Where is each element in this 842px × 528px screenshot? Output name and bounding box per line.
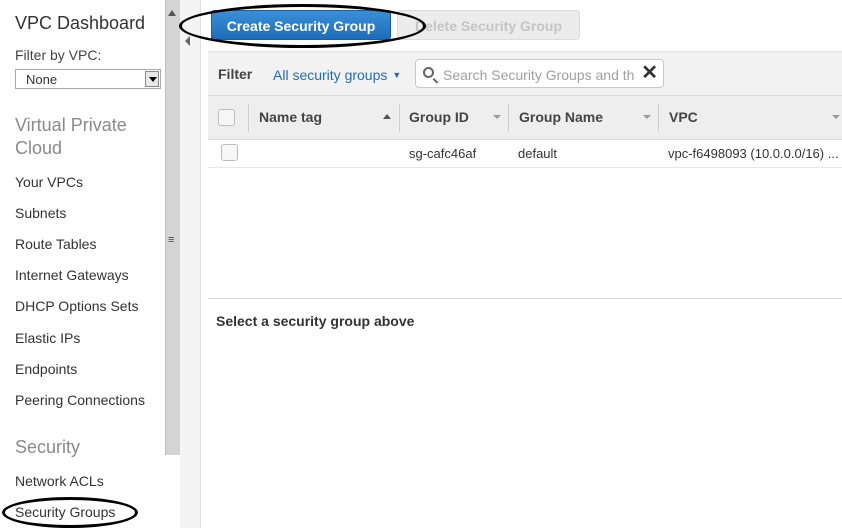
close-icon[interactable]: ✕	[641, 62, 658, 84]
main-panel: Create Security Group Delete Security Gr…	[201, 0, 842, 528]
scroll-up-icon[interactable]	[168, 10, 176, 16]
filter-by-vpc-select[interactable]: None	[15, 69, 161, 89]
filter-dropdown-value: All security groups	[273, 67, 388, 83]
collapse-left-icon[interactable]	[185, 36, 190, 46]
sort-ascending-icon[interactable]	[383, 114, 391, 119]
sidebar: VPC Dashboard Filter by VPC: None Virtua…	[0, 0, 165, 528]
column-divider	[399, 104, 400, 132]
sidebar-item-subnets[interactable]: Subnets	[15, 205, 66, 221]
security-group-filter-dropdown[interactable]: All security groups ▼	[273, 67, 401, 83]
delete-security-group-button[interactable]: Delete Security Group	[397, 10, 580, 40]
column-divider	[508, 104, 509, 132]
cell-group-id: sg-cafc46af	[409, 146, 477, 161]
filter-label: Filter	[218, 66, 253, 82]
vpc-dashboard-link[interactable]: VPC Dashboard	[15, 13, 145, 34]
column-group-name[interactable]: Group Name	[519, 109, 603, 125]
create-security-group-button[interactable]: Create Security Group	[211, 10, 391, 40]
sidebar-item-your-vpcs[interactable]: Your VPCs	[15, 174, 83, 190]
detail-empty-message: Select a security group above	[216, 313, 415, 329]
sort-icon[interactable]	[643, 115, 651, 119]
cell-vpc: vpc-f6498093 (10.0.0.0/16) ...	[668, 146, 839, 161]
sort-icon[interactable]	[493, 115, 501, 119]
chevron-down-icon: ▼	[392, 70, 402, 80]
sidebar-item-security-groups[interactable]: Security Groups	[15, 504, 115, 520]
column-vpc[interactable]: VPC	[669, 109, 698, 125]
sidebar-item-network-acls[interactable]: Network ACLs	[15, 473, 104, 489]
search-box[interactable]: ✕	[415, 59, 664, 88]
filter-bar: Filter All security groups ▼ ✕	[208, 51, 842, 96]
sidebar-item-dhcp-options-sets[interactable]: DHCP Options Sets	[15, 298, 138, 314]
sidebar-item-elastic-ips[interactable]: Elastic IPs	[15, 330, 80, 346]
row-checkbox[interactable]	[221, 144, 238, 161]
search-icon	[423, 67, 434, 78]
sidebar-scrollbar[interactable]: ≡	[165, 0, 180, 455]
sidebar-item-internet-gateways[interactable]: Internet Gateways	[15, 267, 129, 283]
cell-group-name: default	[518, 146, 558, 161]
sidebar-item-route-tables[interactable]: Route Tables	[15, 236, 96, 252]
filter-by-vpc-label: Filter by VPC:	[15, 47, 102, 63]
detail-divider	[208, 298, 842, 299]
table-header: Name tag Group ID Group Name VPC	[208, 95, 842, 140]
scroll-grip-icon[interactable]: ≡	[168, 234, 174, 246]
chevron-down-icon[interactable]	[145, 71, 159, 87]
table-row[interactable]: sg-cafc46af default vpc-f6498093 (10.0.0…	[208, 139, 842, 168]
search-input[interactable]	[441, 64, 643, 86]
sidebar-splitter[interactable]	[180, 0, 201, 528]
filter-by-vpc-value: None	[26, 72, 58, 87]
column-name-tag[interactable]: Name tag	[259, 109, 322, 125]
column-group-id[interactable]: Group ID	[409, 109, 469, 125]
sidebar-item-endpoints[interactable]: Endpoints	[15, 361, 77, 377]
column-divider	[658, 104, 659, 132]
column-divider	[248, 104, 249, 132]
select-all-checkbox[interactable]	[218, 109, 235, 126]
section-security: Security	[15, 437, 81, 457]
sort-icon[interactable]	[832, 115, 840, 119]
sidebar-item-peering-connections[interactable]: Peering Connections	[15, 392, 145, 408]
section-virtual-private-cloud: Virtual Private Cloud	[15, 115, 127, 158]
